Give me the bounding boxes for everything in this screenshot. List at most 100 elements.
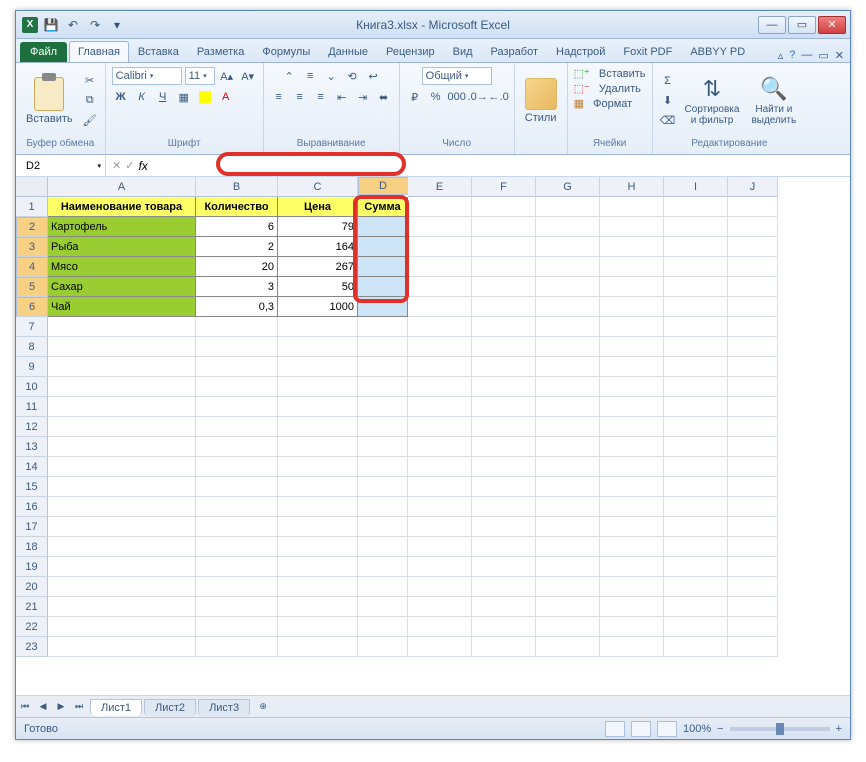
- cell-D22[interactable]: [358, 617, 408, 637]
- cell-D13[interactable]: [358, 437, 408, 457]
- cell-E15[interactable]: [408, 477, 472, 497]
- cell-C15[interactable]: [278, 477, 358, 497]
- cell-D2[interactable]: [358, 217, 408, 237]
- cell-C1[interactable]: Цена: [278, 197, 358, 217]
- cell-I14[interactable]: [664, 457, 728, 477]
- cell-G21[interactable]: [536, 597, 600, 617]
- cell-H13[interactable]: [600, 437, 664, 457]
- italic-button[interactable]: К: [133, 88, 151, 106]
- cell-C22[interactable]: [278, 617, 358, 637]
- sheet-tab-1[interactable]: Лист2: [144, 699, 196, 716]
- cell-C2[interactable]: 79: [278, 217, 358, 237]
- sheet-nav-last-icon[interactable]: ⏭: [70, 698, 88, 716]
- cell-C12[interactable]: [278, 417, 358, 437]
- cell-G15[interactable]: [536, 477, 600, 497]
- cell-G4[interactable]: [536, 257, 600, 277]
- cell-B8[interactable]: [196, 337, 278, 357]
- cell-D3[interactable]: [358, 237, 408, 257]
- cell-D6[interactable]: [358, 297, 408, 317]
- cell-D8[interactable]: [358, 337, 408, 357]
- zoom-slider[interactable]: [730, 727, 830, 731]
- cell-A12[interactable]: [48, 417, 196, 437]
- cell-D19[interactable]: [358, 557, 408, 577]
- ribbon-minimize-icon[interactable]: ▵: [778, 49, 784, 62]
- cell-D11[interactable]: [358, 397, 408, 417]
- cell-A7[interactable]: [48, 317, 196, 337]
- cell-I7[interactable]: [664, 317, 728, 337]
- cell-J11[interactable]: [728, 397, 778, 417]
- cell-A18[interactable]: [48, 537, 196, 557]
- cell-C21[interactable]: [278, 597, 358, 617]
- zoom-out-icon[interactable]: −: [717, 723, 723, 735]
- cell-J22[interactable]: [728, 617, 778, 637]
- cell-E20[interactable]: [408, 577, 472, 597]
- cell-H9[interactable]: [600, 357, 664, 377]
- row-header-21[interactable]: 21: [16, 597, 48, 617]
- font-size-select[interactable]: 11▾: [185, 67, 215, 85]
- cell-A3[interactable]: Рыба: [48, 237, 196, 257]
- cell-H15[interactable]: [600, 477, 664, 497]
- cell-F8[interactable]: [472, 337, 536, 357]
- cell-J1[interactable]: [728, 197, 778, 217]
- find-select-button[interactable]: 🔍 Найти и выделить: [747, 74, 800, 128]
- fill-icon[interactable]: ⬇: [659, 92, 677, 110]
- cell-F2[interactable]: [472, 217, 536, 237]
- workbook-restore-icon[interactable]: ▭: [818, 49, 828, 62]
- cell-B6[interactable]: 0,3: [196, 297, 278, 317]
- cell-B21[interactable]: [196, 597, 278, 617]
- cell-B14[interactable]: [196, 457, 278, 477]
- cell-B19[interactable]: [196, 557, 278, 577]
- cell-C17[interactable]: [278, 517, 358, 537]
- cell-J17[interactable]: [728, 517, 778, 537]
- styles-button[interactable]: Стили: [521, 76, 561, 126]
- underline-button[interactable]: Ч: [154, 88, 172, 106]
- cell-E3[interactable]: [408, 237, 472, 257]
- file-tab[interactable]: Файл: [20, 42, 67, 62]
- cell-B20[interactable]: [196, 577, 278, 597]
- cell-E1[interactable]: [408, 197, 472, 217]
- decrease-decimal-icon[interactable]: ←.0: [490, 88, 508, 106]
- cell-E9[interactable]: [408, 357, 472, 377]
- cell-B23[interactable]: [196, 637, 278, 657]
- row-header-8[interactable]: 8: [16, 337, 48, 357]
- cell-I17[interactable]: [664, 517, 728, 537]
- cell-H23[interactable]: [600, 637, 664, 657]
- cell-F4[interactable]: [472, 257, 536, 277]
- cell-C5[interactable]: 50: [278, 277, 358, 297]
- cell-G17[interactable]: [536, 517, 600, 537]
- page-break-view-icon[interactable]: [657, 721, 677, 737]
- column-header-C[interactable]: C: [278, 177, 358, 197]
- cell-D4[interactable]: [358, 257, 408, 277]
- cell-E13[interactable]: [408, 437, 472, 457]
- cell-F6[interactable]: [472, 297, 536, 317]
- cell-J12[interactable]: [728, 417, 778, 437]
- cell-A23[interactable]: [48, 637, 196, 657]
- align-right-icon[interactable]: ≡: [312, 88, 330, 106]
- cell-E18[interactable]: [408, 537, 472, 557]
- row-header-9[interactable]: 9: [16, 357, 48, 377]
- cell-C16[interactable]: [278, 497, 358, 517]
- cell-I6[interactable]: [664, 297, 728, 317]
- orientation-icon[interactable]: ⟲: [343, 67, 361, 85]
- cell-F7[interactable]: [472, 317, 536, 337]
- format-painter-icon[interactable]: 🖌: [81, 112, 99, 130]
- increase-decimal-icon[interactable]: .0→: [469, 88, 487, 106]
- cell-I22[interactable]: [664, 617, 728, 637]
- cell-B1[interactable]: Количество: [196, 197, 278, 217]
- row-header-7[interactable]: 7: [16, 317, 48, 337]
- fill-color-icon[interactable]: [196, 88, 214, 106]
- cut-icon[interactable]: ✂: [81, 72, 99, 90]
- percent-icon[interactable]: %: [427, 88, 445, 106]
- cell-I4[interactable]: [664, 257, 728, 277]
- cell-I9[interactable]: [664, 357, 728, 377]
- cell-H1[interactable]: [600, 197, 664, 217]
- cell-F9[interactable]: [472, 357, 536, 377]
- cell-G18[interactable]: [536, 537, 600, 557]
- cell-I2[interactable]: [664, 217, 728, 237]
- cell-D14[interactable]: [358, 457, 408, 477]
- cell-C10[interactable]: [278, 377, 358, 397]
- column-header-E[interactable]: E: [408, 177, 472, 197]
- row-header-14[interactable]: 14: [16, 457, 48, 477]
- currency-icon[interactable]: ₽: [406, 88, 424, 106]
- page-layout-view-icon[interactable]: [631, 721, 651, 737]
